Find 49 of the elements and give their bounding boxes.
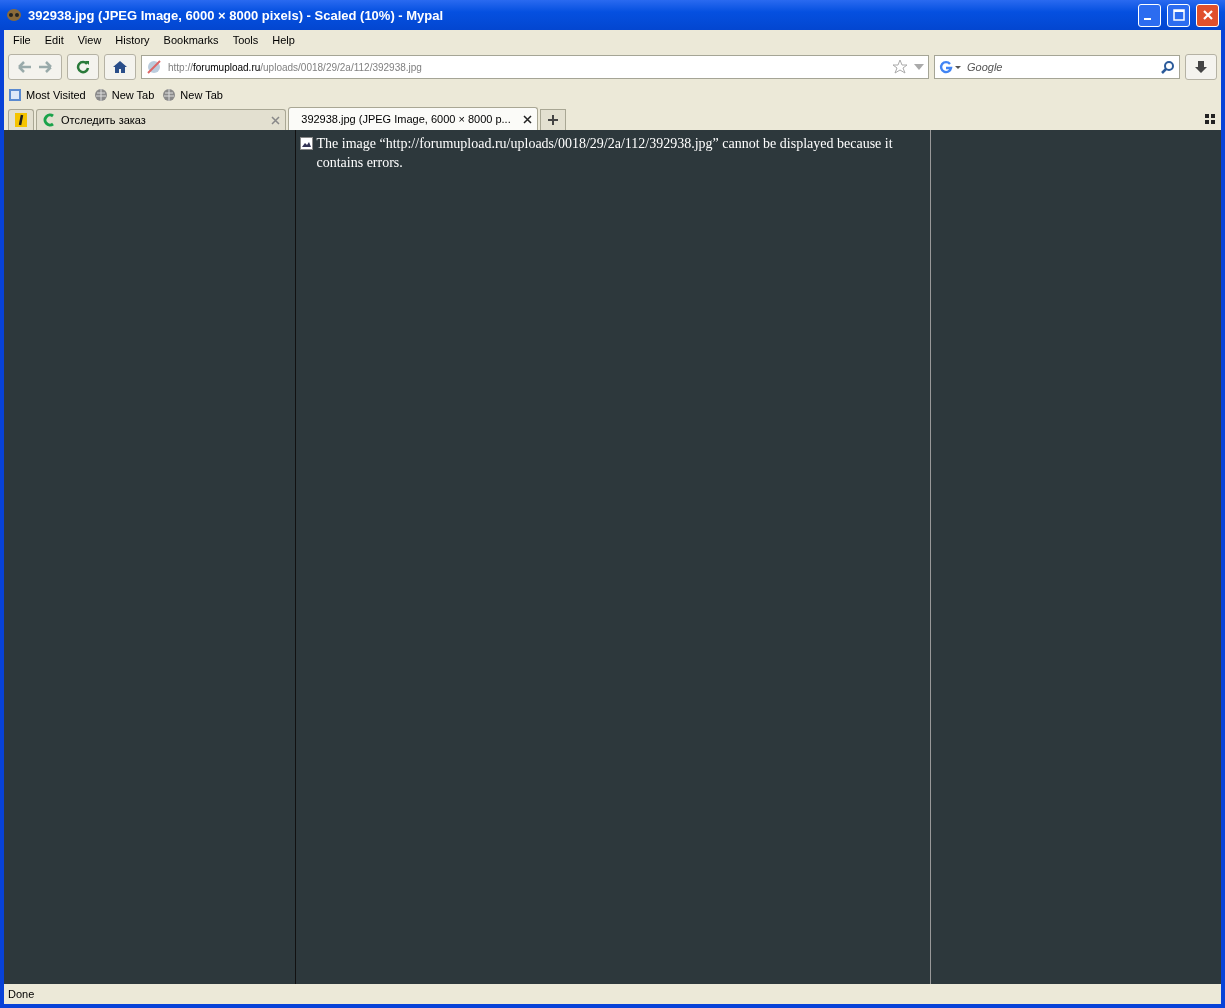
- pinned-tab[interactable]: [8, 109, 34, 130]
- error-message: The image “http://forumupload.ru/uploads/0018/29/2a/112/392938.jpg” cannot be displayed because it contains errors.: [316, 135, 894, 172]
- browser-tab[interactable]: Отследить заказ: [36, 109, 286, 130]
- menu-item[interactable]: Help: [265, 34, 302, 46]
- menu-item[interactable]: Tools: [225, 34, 266, 46]
- app-tab-icon: [14, 112, 28, 128]
- menu-item[interactable]: View: [70, 34, 109, 46]
- plus-icon: [547, 114, 559, 126]
- menu-item[interactable]: Edit: [37, 34, 71, 46]
- tab-groups-icon[interactable]: [1205, 114, 1215, 124]
- star-icon[interactable]: [892, 59, 908, 75]
- close-tab-icon[interactable]: [523, 114, 532, 124]
- tab-title: Отследить заказ: [61, 114, 147, 126]
- minimize-button[interactable]: [1138, 3, 1161, 27]
- globe-icon: [93, 88, 108, 102]
- bookmark-link[interactable]: New Tab: [111, 89, 155, 101]
- close-button[interactable]: [1196, 3, 1219, 27]
- maximize-button[interactable]: [1167, 3, 1190, 27]
- minimize-icon: [1144, 18, 1151, 20]
- menu-item[interactable]: History: [108, 34, 157, 46]
- bookmark-link[interactable]: Most Visited: [26, 89, 86, 101]
- url-text: http://forumupload.ru/uploads/0018/29/2a/112/392938.jpg: [168, 61, 423, 73]
- home-icon: [112, 60, 128, 74]
- menu-item[interactable]: Bookmarks: [156, 34, 226, 46]
- window-title: 392938.jpg (JPEG Image, 6000 × 8000 pixels) - Scaled (10%) - Mypal: [28, 7, 445, 23]
- reload-icon: [76, 60, 90, 74]
- status-text: Done: [4, 984, 1221, 1004]
- tab-title: 392938.jpg (JPEG Image, 6000 × 8000 p...: [300, 113, 512, 125]
- search-input[interactable]: Google: [965, 60, 1157, 74]
- address-bar[interactable]: http://forumupload.ru/uploads/0018/29/2a/112/392938.jpg: [141, 55, 929, 79]
- arrows-icon: [15, 59, 55, 75]
- download-button[interactable]: [1185, 54, 1217, 80]
- broken-image-icon: [299, 137, 313, 150]
- new-tab-button[interactable]: [540, 109, 566, 130]
- search-field[interactable]: Google: [934, 55, 1180, 79]
- close-icon: [1201, 9, 1214, 21]
- search-icon[interactable]: [1161, 60, 1175, 74]
- down-arrow-icon: [1194, 60, 1208, 74]
- home-button[interactable]: [104, 54, 136, 80]
- bookmark-folder-icon: [8, 88, 22, 102]
- globe-icon: [162, 88, 177, 102]
- site-icon: [42, 113, 56, 127]
- app-icon: [6, 8, 22, 22]
- browser-tab[interactable]: 392938.jpg (JPEG Image, 6000 × 8000 p...: [288, 107, 538, 130]
- bookmark-link[interactable]: New Tab: [180, 89, 223, 101]
- menu-item[interactable]: File: [6, 34, 38, 46]
- maximize-icon: [1172, 9, 1185, 21]
- reload-button[interactable]: [67, 54, 99, 80]
- search-engine-icon[interactable]: [939, 60, 961, 74]
